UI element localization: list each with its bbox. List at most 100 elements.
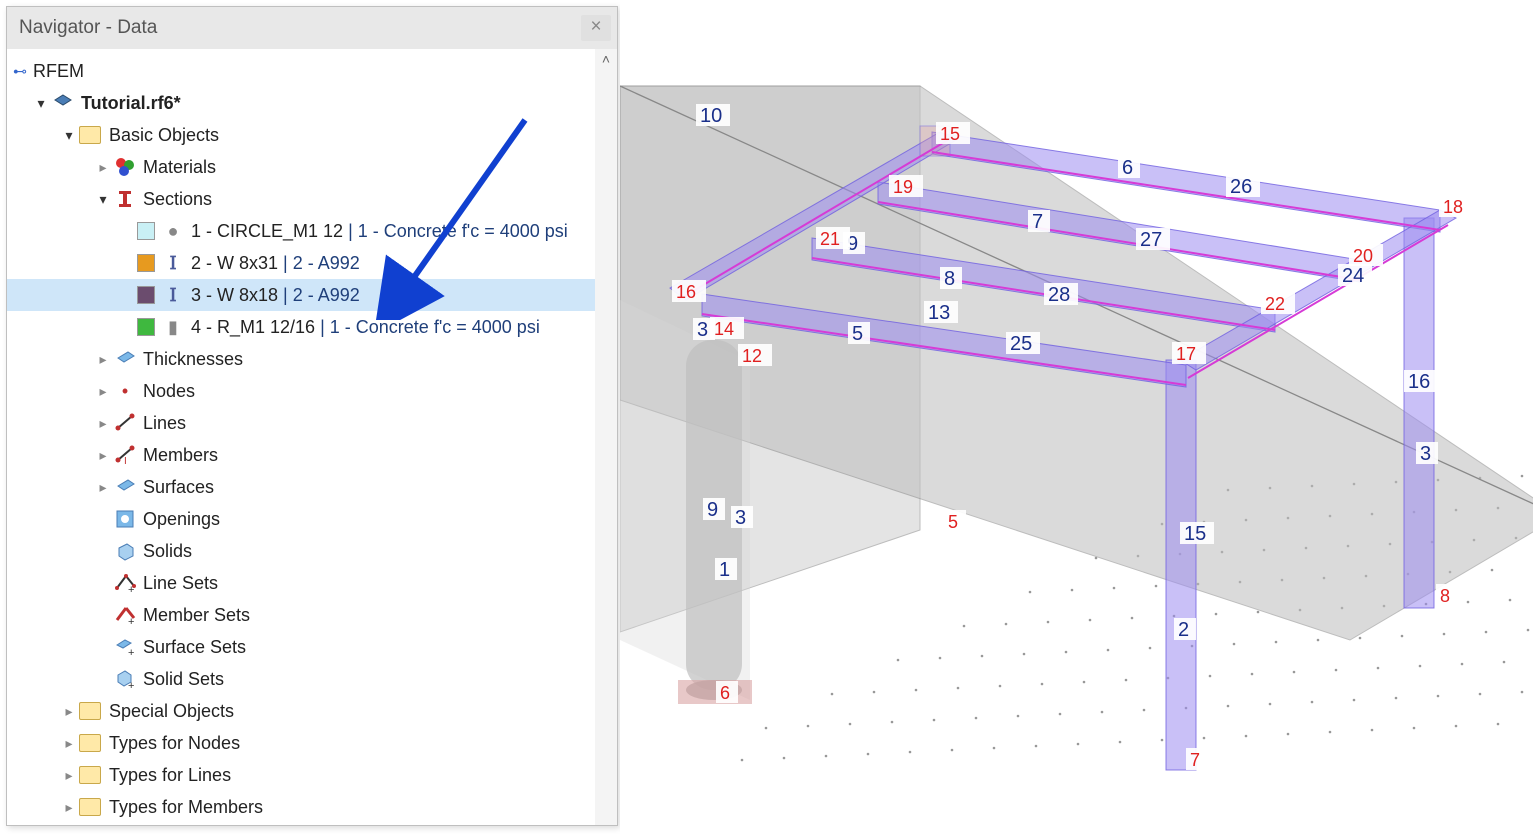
tree-label: Tutorial.rf6* bbox=[81, 93, 181, 114]
caret-icon[interactable] bbox=[59, 799, 79, 816]
tree-openings[interactable]: Openings bbox=[7, 503, 617, 535]
navigator-tree: ⊷ RFEM Tutorial.rf6* Basic Objects bbox=[7, 49, 617, 825]
tree-label: Members bbox=[143, 445, 218, 466]
caret-icon[interactable] bbox=[93, 159, 113, 176]
folder-icon bbox=[79, 798, 101, 816]
tree-root-rfem[interactable]: ⊷ RFEM bbox=[7, 55, 617, 87]
rect-glyph-icon: ▮ bbox=[161, 315, 185, 339]
section-item-4[interactable]: ▮ 4 - R_M1 12/16 | 1 - Concrete f'c = 40… bbox=[7, 311, 617, 343]
svg-text:7: 7 bbox=[1190, 750, 1200, 770]
caret-icon[interactable] bbox=[59, 735, 79, 752]
tree-line-sets[interactable]: + Line Sets bbox=[7, 567, 617, 599]
tree-thicknesses[interactable]: Thicknesses bbox=[7, 343, 617, 375]
caret-icon[interactable] bbox=[93, 447, 113, 464]
caret-icon[interactable] bbox=[59, 127, 79, 144]
tree-label: Sections bbox=[143, 189, 212, 210]
tree-label: Types for Nodes bbox=[109, 733, 240, 754]
svg-text:14: 14 bbox=[714, 319, 734, 339]
folder-icon bbox=[79, 126, 101, 144]
scrollbar[interactable]: ˄ bbox=[595, 49, 617, 825]
svg-text:16: 16 bbox=[1408, 371, 1430, 393]
tree-special-objects[interactable]: Special Objects bbox=[7, 695, 617, 727]
tree-label: Solids bbox=[143, 541, 192, 562]
tree-basic-objects[interactable]: Basic Objects bbox=[7, 119, 617, 151]
svg-text:8: 8 bbox=[944, 268, 955, 290]
tree-label: Surfaces bbox=[143, 477, 214, 498]
svg-text:17: 17 bbox=[1176, 344, 1196, 364]
tree-label: 1 - CIRCLE_M1 12 | 1 - Concrete f'c = 40… bbox=[191, 221, 568, 242]
svg-text:2: 2 bbox=[1178, 619, 1189, 641]
materials-icon bbox=[113, 155, 137, 179]
tree-label: Surface Sets bbox=[143, 637, 246, 658]
svg-text:1: 1 bbox=[719, 559, 730, 581]
color-swatch bbox=[137, 222, 155, 240]
tree-member-sets[interactable]: + Member Sets bbox=[7, 599, 617, 631]
svg-text:18: 18 bbox=[1443, 197, 1463, 217]
svg-text:I: I bbox=[124, 456, 127, 466]
svg-text:5: 5 bbox=[948, 512, 958, 532]
tree-label: 2 - W 8x31 | 2 - A992 bbox=[191, 253, 360, 274]
tree-label: Types for Members bbox=[109, 797, 263, 818]
i-beam-glyph-icon: Ⅰ bbox=[161, 283, 185, 307]
tree-surface-sets[interactable]: + Surface Sets bbox=[7, 631, 617, 663]
color-swatch bbox=[137, 318, 155, 336]
caret-icon[interactable] bbox=[93, 383, 113, 400]
close-icon[interactable]: × bbox=[581, 15, 611, 41]
member-set-icon: + bbox=[113, 603, 137, 627]
tree-label: 4 - R_M1 12/16 | 1 - Concrete f'c = 4000… bbox=[191, 317, 540, 338]
tree-members[interactable]: I Members bbox=[7, 439, 617, 471]
caret-icon[interactable] bbox=[93, 351, 113, 368]
tree-nodes[interactable]: • Nodes bbox=[7, 375, 617, 407]
tree-sections[interactable]: Sections bbox=[7, 183, 617, 215]
i-beam-glyph-icon: Ⅰ bbox=[161, 251, 185, 275]
tree-label: Line Sets bbox=[143, 573, 218, 594]
node-icon: • bbox=[113, 379, 137, 403]
tree-lines[interactable]: Lines bbox=[7, 407, 617, 439]
svg-text:21: 21 bbox=[820, 229, 840, 249]
navigator-title: Navigator - Data bbox=[19, 17, 157, 39]
svg-text:12: 12 bbox=[742, 346, 762, 366]
model-viewport[interactable]: 1062672798282413352516931153215192118201… bbox=[620, 0, 1533, 836]
tree-label: Openings bbox=[143, 509, 220, 530]
svg-text:24: 24 bbox=[1342, 265, 1364, 287]
tree-surfaces[interactable]: Surfaces bbox=[7, 471, 617, 503]
svg-text:9: 9 bbox=[707, 499, 718, 521]
tree-solid-sets[interactable]: + Solid Sets bbox=[7, 663, 617, 695]
navigator-title-bar[interactable]: Navigator - Data × bbox=[7, 7, 617, 49]
tree-types-lines[interactable]: Types for Lines bbox=[7, 759, 617, 791]
section-item-3[interactable]: Ⅰ 3 - W 8x18 | 2 - A992 bbox=[7, 279, 617, 311]
section-item-2[interactable]: Ⅰ 2 - W 8x31 | 2 - A992 bbox=[7, 247, 617, 279]
tree-label: Types for Lines bbox=[109, 765, 231, 786]
navigator-panel: Navigator - Data × ˄ ⊷ RFEM Tutorial.rf6… bbox=[6, 6, 618, 826]
scroll-up-icon[interactable]: ˄ bbox=[595, 51, 617, 67]
tree-materials[interactable]: Materials bbox=[7, 151, 617, 183]
caret-icon[interactable] bbox=[31, 95, 51, 112]
caret-icon[interactable] bbox=[93, 191, 113, 208]
svg-text:19: 19 bbox=[893, 177, 913, 197]
color-swatch bbox=[137, 254, 155, 272]
viewport-canvas[interactable]: 1062672798282413352516931153215192118201… bbox=[620, 0, 1533, 836]
caret-icon[interactable] bbox=[93, 415, 113, 432]
member-icon: I bbox=[113, 443, 137, 467]
caret-icon[interactable] bbox=[59, 767, 79, 784]
svg-text:15: 15 bbox=[1184, 523, 1206, 545]
svg-text:15: 15 bbox=[940, 124, 960, 144]
tree-label: Member Sets bbox=[143, 605, 250, 626]
svg-text:3: 3 bbox=[697, 319, 708, 341]
pin-icon: ⊷ bbox=[11, 62, 29, 80]
opening-icon bbox=[113, 507, 137, 531]
section-item-1[interactable]: ● 1 - CIRCLE_M1 12 | 1 - Concrete f'c = … bbox=[7, 215, 617, 247]
tree-label: Solid Sets bbox=[143, 669, 224, 690]
solid-set-icon: + bbox=[113, 667, 137, 691]
tree-solids[interactable]: Solids bbox=[7, 535, 617, 567]
caret-icon[interactable] bbox=[59, 703, 79, 720]
caret-icon[interactable] bbox=[93, 479, 113, 496]
svg-text:3: 3 bbox=[735, 507, 746, 529]
tree-types-nodes[interactable]: Types for Nodes bbox=[7, 727, 617, 759]
color-swatch bbox=[137, 286, 155, 304]
tree-model[interactable]: Tutorial.rf6* bbox=[7, 87, 617, 119]
model-icon bbox=[51, 91, 75, 115]
sections-icon bbox=[113, 187, 137, 211]
svg-text:27: 27 bbox=[1140, 229, 1162, 251]
tree-types-members[interactable]: Types for Members bbox=[7, 791, 617, 823]
